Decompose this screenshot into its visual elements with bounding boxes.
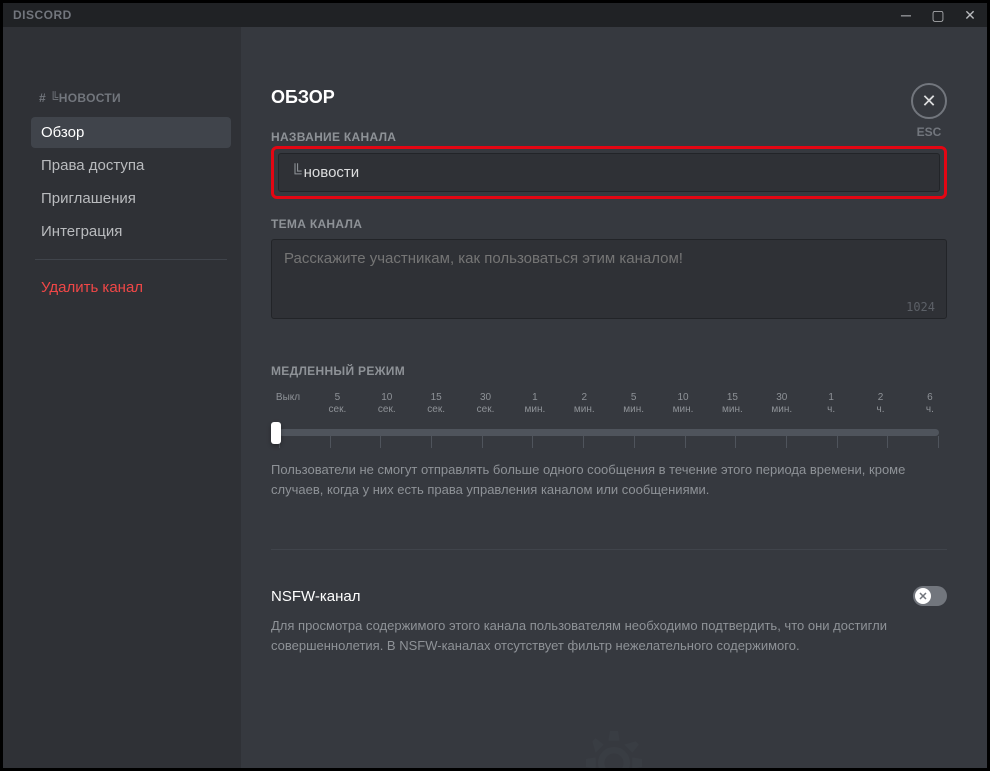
nsfw-toggle[interactable]: ✕: [913, 586, 947, 606]
slider-tick: [482, 436, 483, 448]
sidebar-channel-name: НОВОСТИ: [59, 91, 121, 105]
channel-name-label: НАЗВАНИЕ КАНАЛА: [271, 130, 947, 144]
slider-track-wrap: [271, 422, 947, 446]
slider-track: [279, 429, 939, 436]
slider-tick-label: 10сек.: [370, 392, 404, 416]
slider-tick: [685, 436, 686, 448]
topic-char-count: 1024: [906, 300, 935, 314]
hash-icon: #: [39, 91, 46, 105]
slider-tick-label: 15мин.: [715, 392, 749, 416]
nsfw-row: NSFW-канал ✕: [271, 586, 947, 606]
slider-ticks: [279, 436, 939, 448]
content: # ╚ НОВОСТИ Обзор Права доступа Приглаше…: [3, 27, 987, 768]
slider-tick: [532, 436, 533, 448]
slider-tick: [786, 436, 787, 448]
slowmode-help: Пользователи не смогут отправлять больше…: [271, 460, 947, 499]
sidebar-item-permissions[interactable]: Права доступа: [31, 150, 231, 181]
close-button[interactable]: ✕: [911, 83, 947, 119]
divider: [271, 549, 947, 550]
window-controls: ─ ▢ ✕: [897, 7, 979, 24]
slider-tick-label: 2ч.: [864, 392, 898, 416]
sidebar-item-label: Приглашения: [41, 190, 136, 207]
slider-tick: [634, 436, 635, 448]
branch-icon: ╚: [50, 91, 59, 105]
slider-labels: Выкл 5сек. 10сек. 15сек. 30сек. 1мин. 2мин. 5ми…: [271, 392, 947, 416]
maximize-button[interactable]: ▢: [929, 7, 947, 24]
channel-name-prefix-icon: ╚: [291, 164, 302, 181]
slowmode-slider[interactable]: Выкл 5сек. 10сек. 15сек. 30сек. 1мин. 2мин. 5ми…: [271, 392, 947, 446]
topic-wrap: 1024: [271, 239, 947, 324]
slider-tick: [380, 436, 381, 448]
sidebar-item-overview[interactable]: Обзор: [31, 117, 231, 148]
slider-tick: [330, 436, 331, 448]
slider-tick: [887, 436, 888, 448]
slider-tick-label: 6ч.: [913, 392, 947, 416]
slider-tick-label: 1ч.: [814, 392, 848, 416]
esc-label: ESC: [911, 125, 947, 139]
minimize-button[interactable]: ─: [897, 7, 915, 23]
topic-input[interactable]: [271, 239, 947, 319]
slider-tick-label: 10мин.: [666, 392, 700, 416]
topic-label: ТЕМА КАНАЛА: [271, 217, 947, 231]
slider-tick-label: 30сек.: [469, 392, 503, 416]
sidebar-item-label: Обзор: [41, 124, 84, 141]
channel-name-value: новости: [304, 164, 360, 181]
delete-channel-label: Удалить канал: [41, 279, 143, 296]
titlebar: DISCORD ─ ▢ ✕: [3, 3, 987, 27]
channel-name-input[interactable]: ╚новости: [278, 153, 940, 192]
window: DISCORD ─ ▢ ✕ # ╚ НОВОСТИ Обзор Права до…: [3, 3, 987, 768]
app-logo: DISCORD: [13, 8, 72, 22]
main-panel: ✕ ESC ОБЗОР НАЗВАНИЕ КАНАЛА ╚новости ТЕМ…: [241, 27, 987, 768]
nsfw-title: NSFW-канал: [271, 588, 361, 605]
slowmode-label: МЕДЛЕННЫЙ РЕЖИМ: [271, 364, 947, 378]
sidebar-channel-header: # ╚ НОВОСТИ: [31, 87, 231, 109]
slider-tick-label: 30мин.: [765, 392, 799, 416]
delete-channel-button[interactable]: Удалить канал: [31, 272, 231, 303]
sidebar-item-label: Права доступа: [41, 157, 144, 174]
sidebar-separator: [35, 259, 227, 260]
gear-icon: [564, 723, 664, 768]
slider-tick: [735, 436, 736, 448]
slider-tick-label: 5сек.: [320, 392, 354, 416]
slider-thumb[interactable]: [271, 422, 281, 444]
slider-tick-label: 15сек.: [419, 392, 453, 416]
close-window-button[interactable]: ✕: [961, 7, 979, 24]
slider-tick-label: 1мин.: [518, 392, 552, 416]
slowmode-section: МЕДЛЕННЫЙ РЕЖИМ Выкл 5сек. 10сек. 15сек. 30с…: [271, 364, 947, 499]
toggle-knob: ✕: [915, 588, 931, 604]
slider-tick-label: 2мин.: [567, 392, 601, 416]
slider-tick-label: 5мин.: [617, 392, 651, 416]
slider-tick-label: Выкл: [271, 392, 305, 416]
sidebar: # ╚ НОВОСТИ Обзор Права доступа Приглаше…: [3, 27, 241, 768]
slider-tick: [583, 436, 584, 448]
close-icon: ✕: [921, 91, 936, 112]
channel-name-highlight: ╚новости: [271, 146, 947, 199]
sidebar-item-invites[interactable]: Приглашения: [31, 183, 231, 214]
nsfw-help: Для просмотра содержимого этого канала п…: [271, 616, 947, 655]
slider-tick: [431, 436, 432, 448]
close-settings: ✕ ESC: [911, 83, 947, 139]
sidebar-item-label: Интеграция: [41, 223, 122, 240]
sidebar-item-integration[interactable]: Интеграция: [31, 216, 231, 247]
page-title: ОБЗОР: [271, 87, 947, 108]
slider-tick: [938, 436, 939, 448]
slider-tick: [837, 436, 838, 448]
toggle-off-icon: ✕: [918, 590, 927, 603]
